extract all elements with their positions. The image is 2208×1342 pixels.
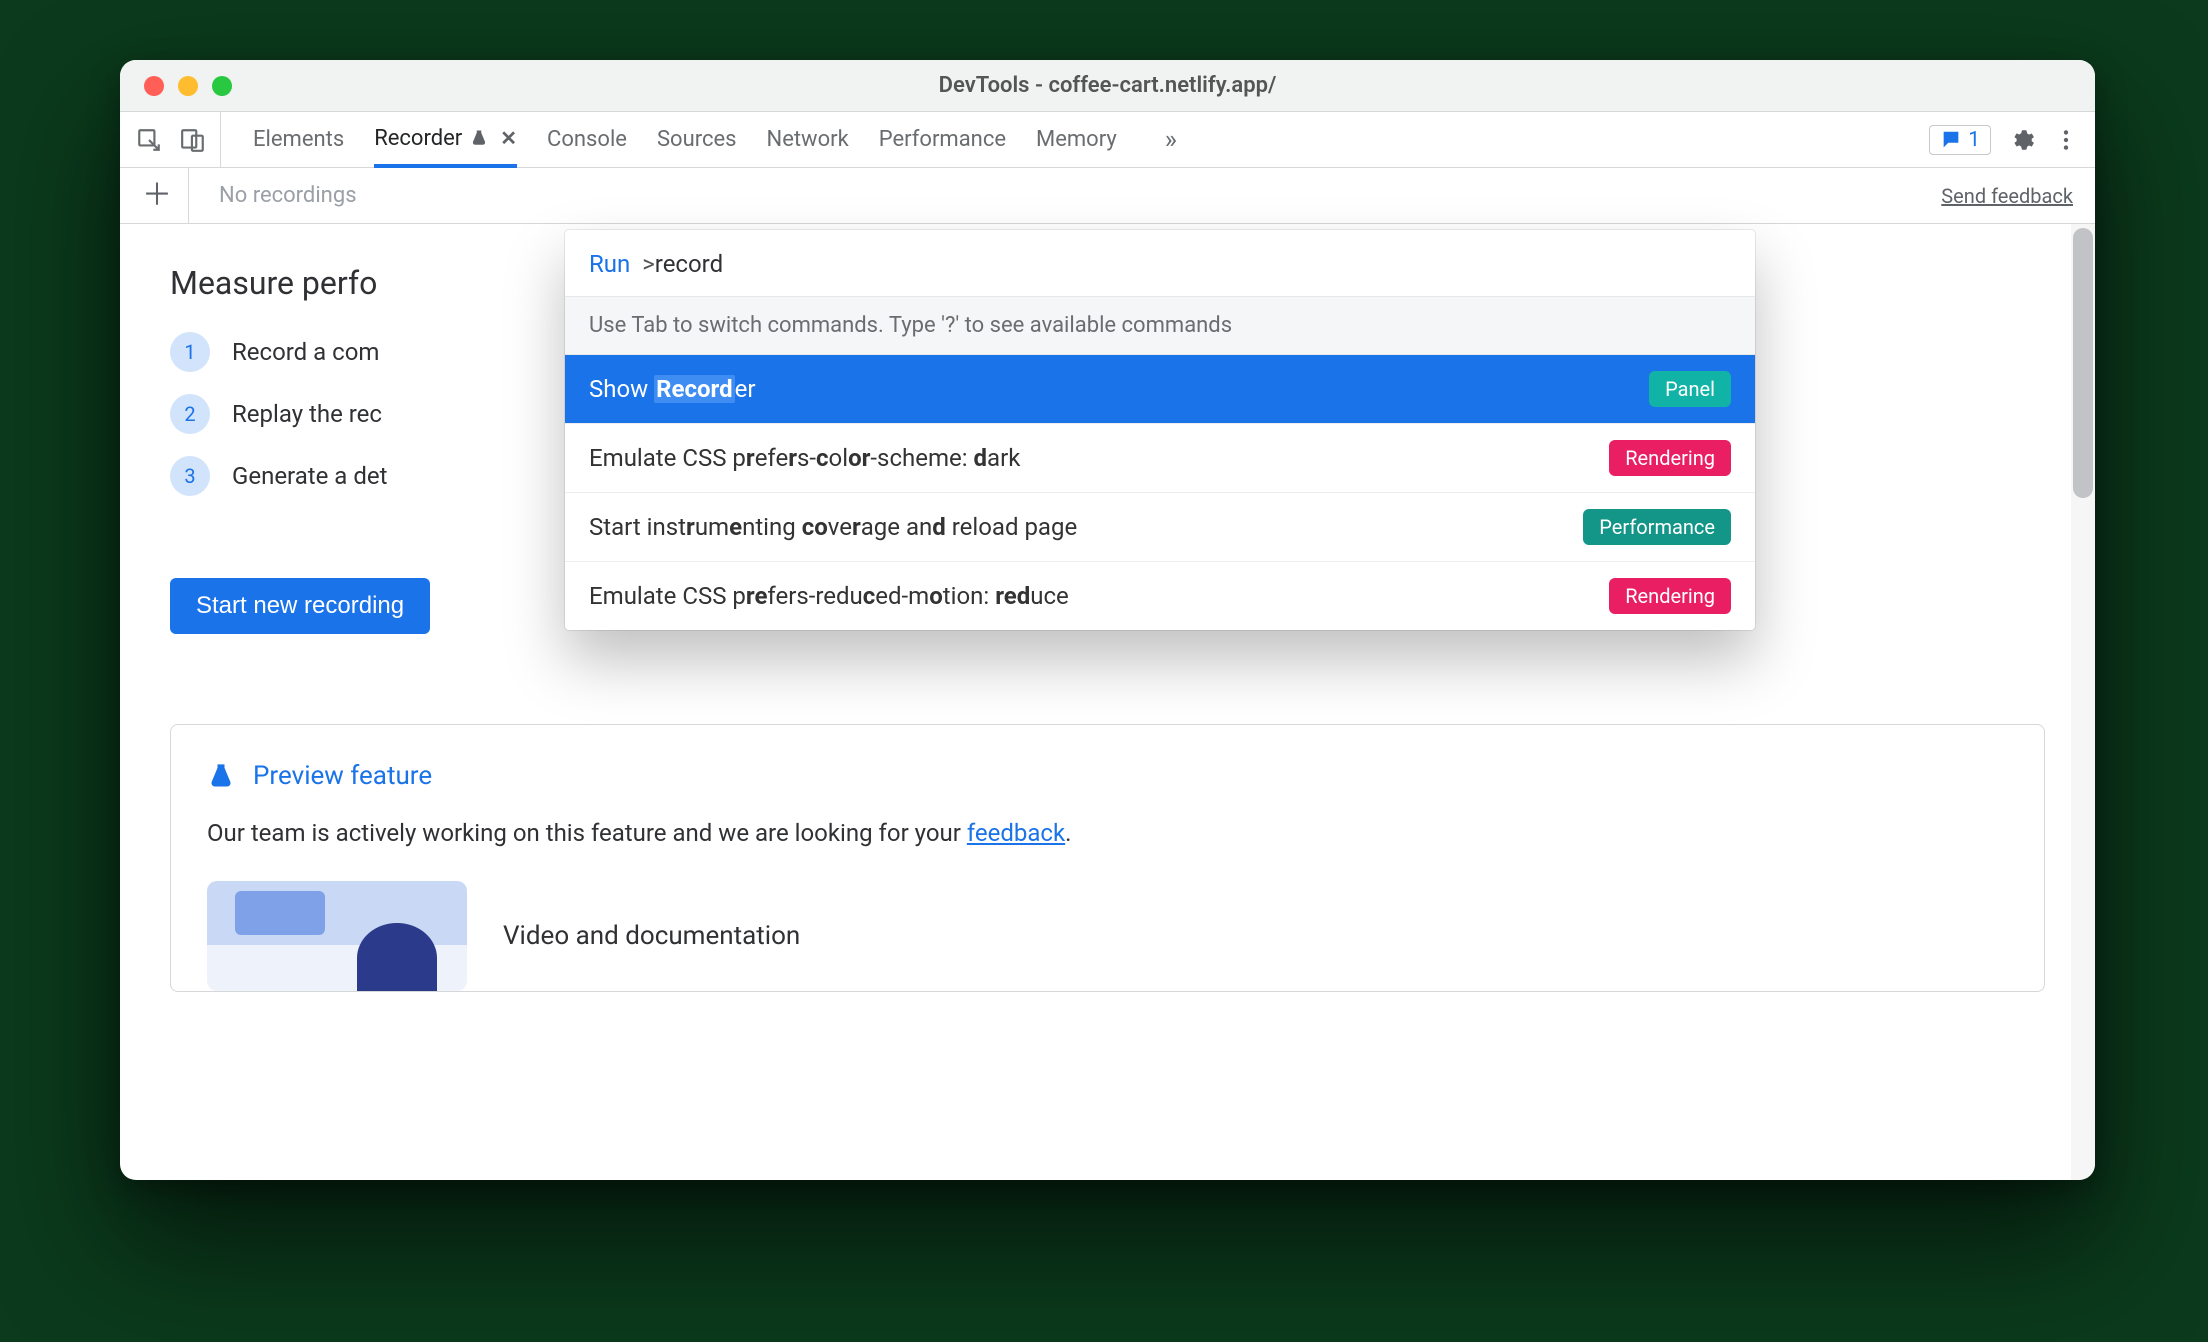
traffic-lights <box>120 76 232 96</box>
palette-query: record <box>655 250 723 278</box>
tab-recorder[interactable]: Recorder ✕ <box>374 113 517 168</box>
window-maximize-icon[interactable] <box>212 76 232 96</box>
palette-items: Show Recorder Panel Emulate CSS prefers-co… <box>565 355 1755 630</box>
preview-desc-text: Our team is actively working on this fea… <box>207 819 967 847</box>
tab-label: Elements <box>253 127 344 152</box>
preview-title: Preview feature <box>253 761 432 791</box>
tab-performance[interactable]: Performance <box>879 112 1006 167</box>
tab-label: Performance <box>879 127 1006 152</box>
window-title: DevTools - coffee-cart.netlify.app/ <box>120 73 2095 98</box>
scrollbar[interactable] <box>2071 224 2095 1180</box>
device-toggle-icon[interactable] <box>180 127 206 153</box>
prompt-prefix: > <box>636 250 655 278</box>
flask-icon <box>470 129 488 147</box>
message-icon <box>1940 129 1962 151</box>
feedback-link[interactable]: feedback <box>967 819 1065 847</box>
palette-input[interactable]: Run >record <box>565 230 1755 296</box>
palette-item-badge: Rendering <box>1609 578 1731 614</box>
media-title: Video and documentation <box>503 921 800 951</box>
preview-desc-after: . <box>1065 819 1071 847</box>
close-icon[interactable]: ✕ <box>496 126 517 150</box>
send-feedback-link[interactable]: Send feedback <box>1941 184 2073 208</box>
tab-elements[interactable]: Elements <box>253 112 344 167</box>
preview-header: Preview feature <box>207 761 2008 791</box>
flask-icon <box>207 762 235 790</box>
kebab-icon[interactable] <box>2053 127 2079 153</box>
palette-item-label: Emulate CSS prefers-color-scheme: dark <box>589 444 1020 472</box>
palette-hint: Use Tab to switch commands. Type '?' to … <box>565 296 1755 355</box>
run-label: Run <box>589 250 630 278</box>
preview-description: Our team is actively working on this fea… <box>207 815 2008 851</box>
toolbar-right: 1 <box>1929 125 2085 155</box>
recorder-bar: ＋ No recordings Send feedback <box>120 168 2095 224</box>
palette-item-label: Start instrumenting coverage and reload … <box>589 513 1077 541</box>
tab-network[interactable]: Network <box>767 112 849 167</box>
overflow-tabs-icon[interactable]: » <box>1147 125 1195 155</box>
scrollbar-thumb[interactable] <box>2073 228 2093 498</box>
devtools-window: DevTools - coffee-cart.netlify.app/ Elem… <box>120 60 2095 1180</box>
tab-label: Network <box>767 127 849 152</box>
palette-item[interactable]: Emulate CSS prefers-reduced-motion: redu… <box>565 562 1755 630</box>
recordings-dropdown[interactable]: No recordings <box>207 183 357 208</box>
tab-label: Memory <box>1036 127 1117 152</box>
tab-memory[interactable]: Memory <box>1036 112 1117 167</box>
window-minimize-icon[interactable] <box>178 76 198 96</box>
command-palette: Run >record Use Tab to switch commands. … <box>565 230 1755 630</box>
start-recording-button[interactable]: Start new recording <box>170 578 430 634</box>
step-badge: 3 <box>170 456 210 496</box>
tab-label: Recorder <box>374 126 462 151</box>
step-label: Replay the rec <box>232 400 382 428</box>
tab-sources[interactable]: Sources <box>657 112 737 167</box>
step-label: Record a com <box>232 338 379 366</box>
messages-count: 1 <box>1968 128 1980 152</box>
palette-item-label: Emulate CSS prefers-reduced-motion: redu… <box>589 582 1069 610</box>
messages-badge[interactable]: 1 <box>1929 125 1991 155</box>
palette-item-badge: Panel <box>1649 371 1731 407</box>
tab-strip: Elements Recorder ✕ Console Sources Netw… <box>229 112 1921 167</box>
inspect-icon[interactable] <box>136 127 162 153</box>
tab-label: Console <box>547 127 627 152</box>
titlebar: DevTools - coffee-cart.netlify.app/ <box>120 60 2095 112</box>
palette-item[interactable]: Start instrumenting coverage and reload … <box>565 493 1755 562</box>
inspect-tools <box>130 112 221 167</box>
window-close-icon[interactable] <box>144 76 164 96</box>
preview-feature-box: Preview feature Our team is actively wor… <box>170 724 2045 992</box>
palette-item-badge: Rendering <box>1609 440 1731 476</box>
tab-label: Sources <box>657 127 737 152</box>
palette-item-label: Show Recorder <box>589 375 755 403</box>
step-label: Generate a det <box>232 462 387 490</box>
step-badge: 2 <box>170 394 210 434</box>
gear-icon[interactable] <box>2009 127 2035 153</box>
add-recording-icon[interactable]: ＋ <box>142 168 189 224</box>
video-thumbnail[interactable] <box>207 881 467 991</box>
step-badge: 1 <box>170 332 210 372</box>
palette-item[interactable]: Emulate CSS prefers-color-scheme: dark Re… <box>565 424 1755 493</box>
tab-console[interactable]: Console <box>547 112 627 167</box>
preview-media-row: Video and documentation <box>207 881 2008 991</box>
toolbar: Elements Recorder ✕ Console Sources Netw… <box>120 112 2095 168</box>
palette-item-badge: Performance <box>1583 509 1731 545</box>
palette-item[interactable]: Show Recorder Panel <box>565 355 1755 424</box>
